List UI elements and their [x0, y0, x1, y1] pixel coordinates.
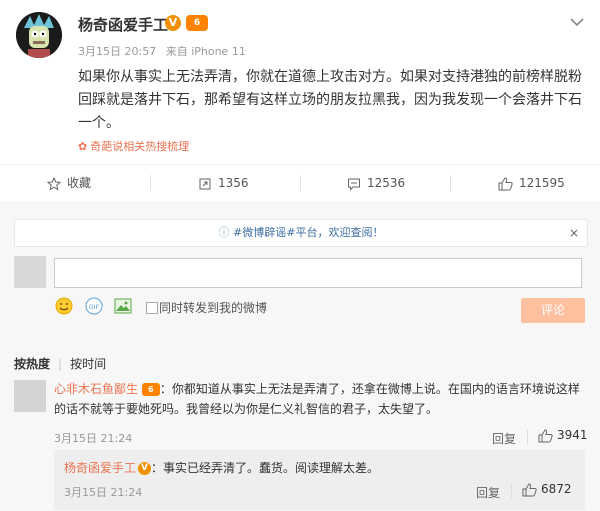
thumbs-up-icon: [522, 482, 537, 496]
reply-button[interactable]: 回复: [476, 484, 500, 501]
hashtag-label: 奇葩说相关热搜梳理: [90, 140, 190, 153]
repost-checkbox-label[interactable]: 同时转发到我的微博: [159, 299, 267, 316]
comment-like-button[interactable]: 3941: [538, 428, 588, 443]
reply-like-button[interactable]: 6872: [522, 482, 572, 497]
reply-text: ：事实已经弄清了。蠢货。阅读理解太差。: [151, 461, 380, 475]
thumbs-up-icon: [538, 428, 553, 442]
divider: |: [58, 357, 63, 371]
comment-count: 12536: [367, 176, 406, 190]
repost-button[interactable]: 1356: [198, 165, 249, 201]
vip-badge: 6: [186, 15, 208, 31]
comment-like-count: 3941: [557, 428, 588, 442]
sort-tabs: 按热度 | 按时间: [14, 355, 106, 372]
post-source: 来自 iPhone 11: [165, 45, 246, 58]
notice-banner: ⓘ #微博辟谣#平台，欢迎查阅！ ×: [14, 219, 588, 247]
repost-checkbox[interactable]: [146, 302, 158, 314]
commenter-avatar[interactable]: [14, 380, 46, 412]
image-icon[interactable]: [114, 297, 132, 315]
reply-time: 3月15日 21:24: [64, 486, 143, 499]
like-count: 121595: [519, 176, 565, 190]
like-button[interactable]: 121595: [498, 165, 565, 201]
commenter-name[interactable]: 心非木石鱼鄙生: [54, 382, 138, 396]
comment-icon: [348, 178, 360, 191]
reply-button[interactable]: 回复: [492, 430, 516, 447]
comment-time: 3月15日 21:24: [54, 432, 133, 445]
divider: [450, 175, 451, 191]
divider: [150, 175, 151, 191]
author-name[interactable]: 杨奇函爱手工: [78, 14, 168, 35]
comment-body: 心非木石鱼鄙生 6 ：你都知道从事实上无法是弄清了，还拿在微博上说。在国内的语言环…: [54, 379, 586, 419]
notice-text[interactable]: ⓘ #微博辟谣#平台，欢迎查阅！: [15, 220, 587, 246]
post-meta: 3月15日 20:57 来自 iPhone 11: [78, 43, 252, 59]
divider: [300, 175, 301, 191]
divider: [511, 484, 512, 498]
favorite-button[interactable]: 收藏: [46, 165, 92, 201]
repost-count: 1356: [218, 176, 249, 190]
post-text: 如果你从事实上无法弄清，你就在道德上攻击对方。如果对支持港独的前榜样脱粉回踩就是…: [78, 69, 582, 131]
repost-icon: [199, 178, 211, 189]
close-icon[interactable]: ×: [569, 220, 579, 246]
verified-badge: V: [138, 462, 152, 475]
reply-body: 杨奇函爱手工 V ：事实已经弄清了。蠢货。阅读理解太差。: [64, 458, 574, 478]
submit-comment-button[interactable]: 评论: [521, 298, 585, 323]
sort-by-hot[interactable]: 按热度: [14, 357, 50, 371]
action-bar: 收藏 1356 12536 121595: [0, 164, 600, 202]
my-avatar: [14, 256, 46, 288]
divider: [527, 430, 528, 444]
comment-input[interactable]: [54, 258, 582, 288]
info-icon: ⓘ: [218, 226, 234, 239]
hashtag-link[interactable]: ✿ 奇葩说相关热搜梳理: [78, 138, 189, 154]
thumbs-up-icon: [498, 176, 513, 190]
verified-badge: V: [165, 15, 181, 31]
star-icon: [46, 176, 62, 191]
post-date[interactable]: 3月15日 20:57: [78, 45, 156, 58]
svg-text:GIF: GIF: [89, 303, 100, 311]
sort-by-time[interactable]: 按时间: [70, 357, 106, 371]
favorite-label: 收藏: [67, 176, 92, 190]
author-avatar[interactable]: [16, 12, 62, 58]
emoji-icon[interactable]: [55, 297, 73, 315]
hot-topic-icon: ✿: [78, 140, 88, 153]
replier-name[interactable]: 杨奇函爱手工: [64, 461, 136, 475]
notice-label: #微博辟谣#平台，欢迎查阅！: [233, 226, 384, 239]
chevron-down-icon[interactable]: [566, 12, 588, 32]
gif-icon[interactable]: GIF: [85, 297, 103, 315]
vip-badge: 6: [141, 383, 160, 396]
reply-like-count: 6872: [541, 482, 572, 496]
comment-button[interactable]: 12536: [347, 165, 405, 201]
